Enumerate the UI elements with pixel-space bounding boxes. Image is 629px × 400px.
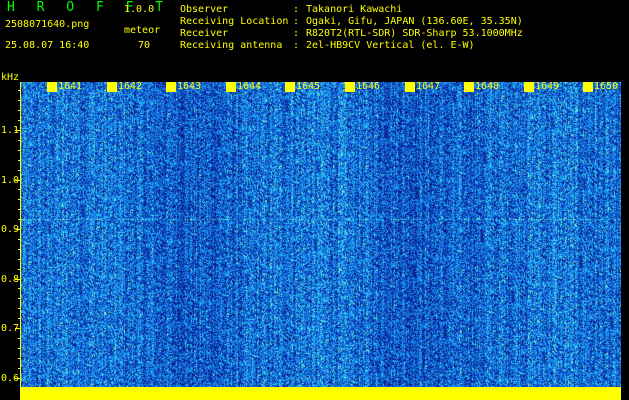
y-tick-label: 0.7 <box>1 323 20 334</box>
y-axis-unit: kHz <box>1 72 20 83</box>
observer-colon: : <box>293 4 300 15</box>
antenna-value: 2el-HB9CV Vertical (el. E-W) <box>306 40 475 51</box>
location-colon: : <box>293 16 300 27</box>
meteor-count: 70 <box>138 40 151 51</box>
antenna-label: Receiving antenna <box>180 40 283 51</box>
y-tick-label: 1.1 <box>1 125 20 136</box>
receiver-colon: : <box>293 28 300 39</box>
location-value: Ogaki, Gifu, JAPAN (136.60E, 35.35N) <box>306 16 523 27</box>
y-axis-line <box>20 82 21 400</box>
receiver-value: R820T2(RTL-SDR) SDR-Sharp 53.1000MHz <box>306 28 523 39</box>
receiver-label: Receiver <box>180 28 229 39</box>
location-label: Receiving Location <box>180 16 289 27</box>
hrofft-screen: H R O F F T 1.0.0 2508071640.png meteor … <box>0 0 629 400</box>
app-version: 1.0.0 <box>124 4 155 15</box>
y-tick-label: 0.9 <box>1 224 20 235</box>
observer-label: Observer <box>180 4 229 15</box>
file-name: 2508071640.png <box>5 19 90 30</box>
antenna-colon: : <box>293 40 300 51</box>
y-tick-label: 0.8 <box>1 274 20 285</box>
signal-strength-bar <box>21 387 621 400</box>
y-tick-label: 0.6 <box>1 373 20 384</box>
spectrogram-canvas <box>21 82 621 400</box>
mode-label: meteor <box>124 25 161 36</box>
datetime: 25.08.07 16:40 <box>5 40 90 51</box>
y-tick-label: 1.0 <box>1 175 20 186</box>
observer-value: Takanori Kawachi <box>306 4 403 15</box>
